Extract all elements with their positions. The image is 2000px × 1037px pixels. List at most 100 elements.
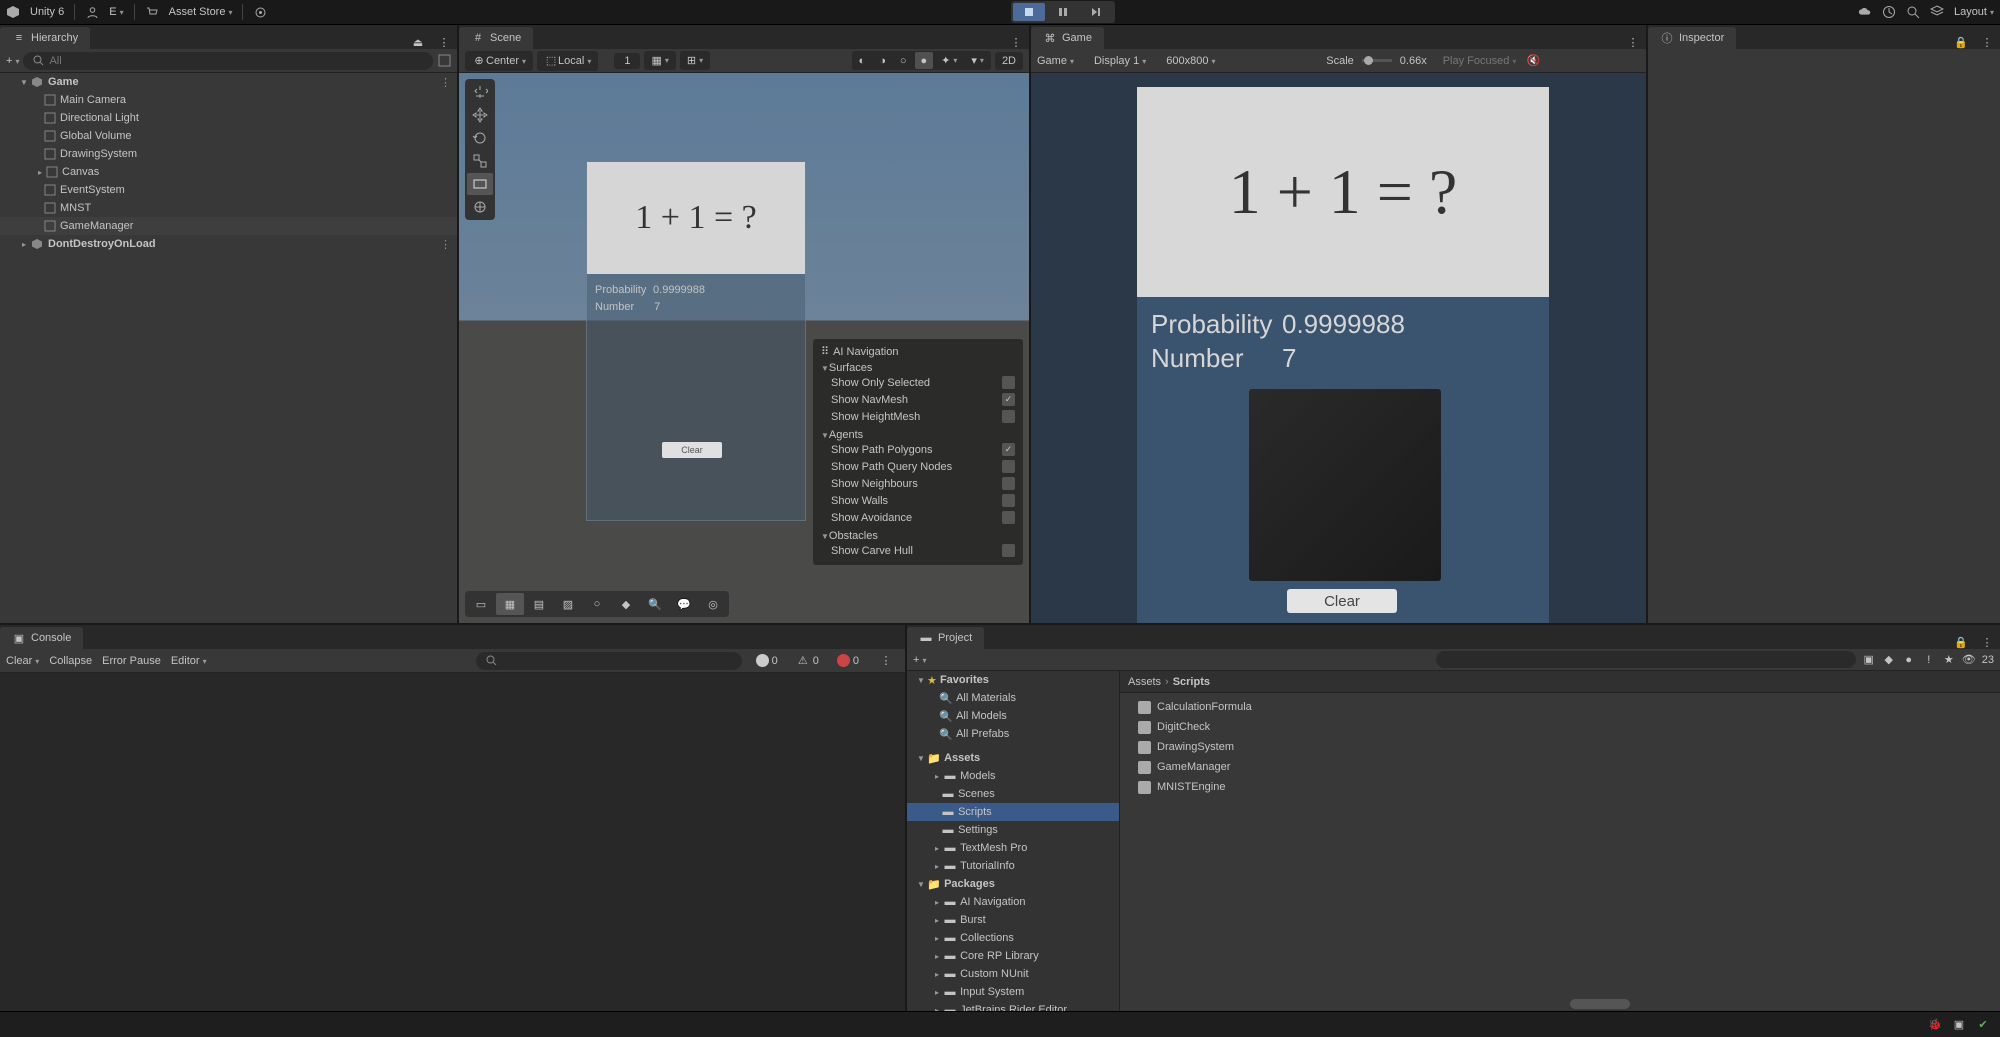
editor-dropdown[interactable]: Editor: [171, 655, 207, 667]
tool-icon[interactable]: ◎: [699, 593, 727, 615]
view-tool-icon[interactable]: [467, 81, 493, 103]
hierarchy-tab[interactable]: ≡ Hierarchy: [0, 27, 90, 49]
project-tab[interactable]: ▬ Project: [907, 627, 984, 649]
packages-root[interactable]: ▼📁 Packages: [907, 875, 1119, 893]
project-search[interactable]: [1436, 651, 1856, 668]
script-file[interactable]: DrawingSystem: [1120, 737, 2000, 757]
hidden-icon[interactable]: 👁: [1962, 653, 1976, 667]
lock-icon[interactable]: ⏏: [411, 35, 425, 49]
2d-toggle[interactable]: 2D: [996, 53, 1022, 69]
package-item[interactable]: ▸▬ Custom NUnit: [907, 965, 1119, 983]
error-count[interactable]: 0: [833, 654, 863, 667]
package-item[interactable]: ▸▬ Core RP Library: [907, 947, 1119, 965]
fx-icon[interactable]: ✦: [935, 52, 963, 69]
history-icon[interactable]: [1882, 5, 1896, 19]
shaded-icon[interactable]: ◑: [873, 52, 892, 69]
asset-store-dropdown[interactable]: Asset Store: [169, 6, 233, 18]
favorite-icon[interactable]: ★: [1942, 653, 1956, 667]
hierarchy-search[interactable]: All: [23, 52, 433, 70]
check-icon[interactable]: ✔: [1976, 1018, 1990, 1032]
hierarchy-item[interactable]: Global Volume: [0, 127, 457, 145]
bug-icon[interactable]: 🐞: [1928, 1018, 1942, 1032]
warning-count[interactable]: ⚠0: [792, 654, 823, 668]
favorites-root[interactable]: ▼★ Favorites: [907, 671, 1119, 689]
checkbox[interactable]: [1002, 410, 1015, 423]
increment-snap-icon[interactable]: ⊞: [681, 52, 709, 69]
checkbox[interactable]: [1002, 460, 1015, 473]
scene-root[interactable]: ▼ Game ⋮: [0, 73, 457, 91]
package-item[interactable]: ▸▬ Collections: [907, 929, 1119, 947]
play-focused-dropdown[interactable]: Play Focused: [1443, 55, 1517, 67]
target-icon[interactable]: [253, 5, 267, 19]
folder-item[interactable]: ▸▬ TutorialInfo: [907, 857, 1119, 875]
wireframe-icon[interactable]: ○: [894, 52, 913, 69]
transform-tool-icon[interactable]: [467, 196, 493, 218]
move-tool-icon[interactable]: [467, 104, 493, 126]
filter-icon[interactable]: ●: [1902, 653, 1916, 667]
user-icon[interactable]: [85, 5, 99, 19]
panel-menu-icon[interactable]: ⋮: [1009, 35, 1023, 49]
checkbox[interactable]: [1002, 544, 1015, 557]
game-aspect-dropdown[interactable]: Game: [1037, 55, 1074, 67]
panel-menu-icon[interactable]: ⋮: [1626, 35, 1640, 49]
checkbox[interactable]: ✓: [1002, 443, 1015, 456]
rotate-tool-icon[interactable]: [467, 127, 493, 149]
rotation-mode[interactable]: ⬚Local: [538, 52, 597, 70]
panel-menu-icon[interactable]: ⋮: [1980, 635, 1994, 649]
cart-icon[interactable]: [145, 5, 159, 19]
options-icon[interactable]: ⋮: [440, 238, 451, 251]
hierarchy-item[interactable]: GameManager: [0, 217, 457, 235]
inspector-tab[interactable]: ⓘ Inspector: [1648, 27, 1736, 49]
grid-value[interactable]: 1: [614, 53, 640, 69]
game-tab[interactable]: ⌘ Game: [1031, 27, 1104, 49]
scale-tool-icon[interactable]: [467, 150, 493, 172]
checkbox[interactable]: ✓: [1002, 393, 1015, 406]
folder-item[interactable]: ▬ Settings: [907, 821, 1119, 839]
pivot-mode[interactable]: ⊕Center: [466, 52, 532, 70]
tool-icon[interactable]: 🔍: [641, 593, 669, 615]
search-icon[interactable]: [1906, 5, 1920, 19]
tool-icon[interactable]: ▤: [525, 593, 553, 615]
hierarchy-item[interactable]: EventSystem: [0, 181, 457, 199]
favorite-item[interactable]: 🔍 All Models: [907, 707, 1119, 725]
ai-navigation-overlay[interactable]: ⠿AI Navigation ▼Surfaces Show Only Selec…: [813, 339, 1023, 565]
lock-icon[interactable]: 🔒: [1954, 35, 1968, 49]
rect-tool-icon[interactable]: [467, 173, 493, 195]
filter-icon[interactable]: ◆: [1882, 653, 1896, 667]
scene-root[interactable]: ▸ DontDestroyOnLoad ⋮: [0, 235, 457, 253]
panel-menu-icon[interactable]: ⋮: [437, 35, 451, 49]
folder-item[interactable]: ▬ Scripts: [907, 803, 1119, 821]
folder-item[interactable]: ▸▬ Models: [907, 767, 1119, 785]
breadcrumb[interactable]: Assets › Scripts: [1120, 671, 2000, 693]
lock-icon[interactable]: 🔒: [1954, 635, 1968, 649]
cloud-icon[interactable]: [1858, 5, 1872, 19]
scale-slider[interactable]: [1362, 59, 1392, 62]
package-item[interactable]: ▸▬ JetBrains Rider Editor: [907, 1001, 1119, 1011]
options-icon[interactable]: ⋮: [440, 76, 451, 89]
favorite-item[interactable]: 🔍 All Prefabs: [907, 725, 1119, 743]
tool-icon[interactable]: ▨: [554, 593, 582, 615]
scrollbar-thumb[interactable]: [1570, 999, 1630, 1009]
panel-menu-icon[interactable]: ⋮: [1980, 35, 1994, 49]
pause-button[interactable]: [1047, 3, 1079, 21]
package-item[interactable]: ▸▬ Burst: [907, 911, 1119, 929]
grid-snap-icon[interactable]: ▦: [645, 52, 674, 69]
scene-canvas-ui[interactable]: 1 + 1 = ? Probability 0.9999988 Number 7…: [586, 161, 806, 521]
scene-tab[interactable]: # Scene: [459, 27, 533, 49]
activity-icon[interactable]: ▣: [1952, 1018, 1966, 1032]
tool-icon[interactable]: ▭: [467, 593, 495, 615]
drag-handle-icon[interactable]: ⠿: [821, 345, 829, 358]
user-dropdown[interactable]: E: [109, 6, 123, 18]
gizmo-icon[interactable]: ▾: [965, 52, 990, 69]
layers-icon[interactable]: [1930, 5, 1944, 19]
hierarchy-item[interactable]: Main Camera: [0, 91, 457, 109]
folder-item[interactable]: ▬ Scenes: [907, 785, 1119, 803]
tool-icon[interactable]: ○: [583, 593, 611, 615]
script-file[interactable]: CalculationFormula: [1120, 697, 2000, 717]
clear-button[interactable]: Clear: [662, 442, 722, 458]
filter-icon[interactable]: !: [1922, 653, 1936, 667]
step-button[interactable]: [1081, 3, 1113, 21]
hierarchy-item[interactable]: ▸Canvas: [0, 163, 457, 181]
hierarchy-item[interactable]: DrawingSystem: [0, 145, 457, 163]
play-button[interactable]: [1013, 3, 1045, 21]
